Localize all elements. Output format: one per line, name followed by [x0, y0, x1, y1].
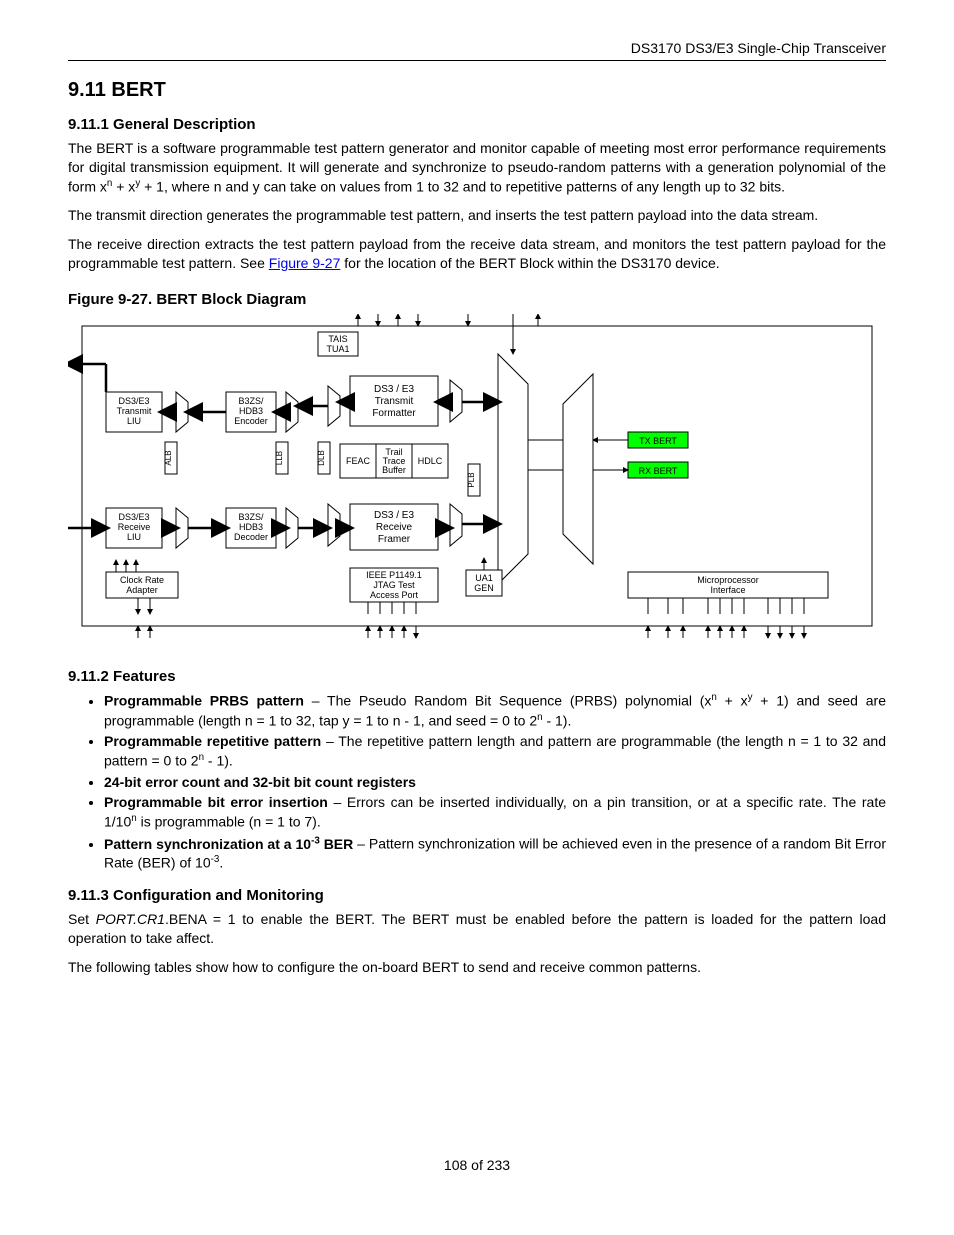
svg-text:Clock Rate: Clock Rate	[120, 575, 164, 585]
features-list: Programmable PRBS pattern – The Pseudo R…	[68, 691, 886, 873]
svg-text:Encoder: Encoder	[234, 416, 268, 426]
svg-text:LIU: LIU	[127, 416, 141, 426]
page-number: 108 of 233	[68, 1157, 886, 1173]
svg-text:ALB: ALB	[164, 450, 173, 465]
svg-text:HDLC: HDLC	[418, 456, 443, 466]
para-3: The receive direction extracts the test …	[68, 235, 886, 273]
svg-text:Transmit: Transmit	[117, 406, 152, 416]
svg-text:PLB: PLB	[467, 472, 476, 487]
svg-text:Decoder: Decoder	[234, 532, 268, 542]
svg-text:DS3 / E3: DS3 / E3	[374, 384, 414, 395]
text: + x	[112, 178, 135, 194]
subsection-9-11-2: 9.11.2 Features	[68, 668, 886, 685]
svg-text:Receive: Receive	[118, 522, 151, 532]
feature-item: Programmable PRBS pattern – The Pseudo R…	[104, 691, 886, 730]
svg-text:B3ZS/: B3ZS/	[238, 396, 264, 406]
figure-title: Figure 9-27. BERT Block Diagram	[68, 291, 886, 308]
svg-text:GEN: GEN	[474, 583, 494, 593]
figure-link[interactable]: Figure 9-27	[269, 255, 341, 271]
svg-text:Framer: Framer	[378, 534, 411, 545]
svg-text:Buffer: Buffer	[382, 465, 406, 475]
svg-text:IEEE P1149.1: IEEE P1149.1	[366, 570, 422, 580]
para-2: The transmit direction generates the pro…	[68, 206, 886, 225]
svg-text:B3ZS/: B3ZS/	[238, 512, 264, 522]
feature-item: Programmable bit error insertion – Error…	[104, 793, 886, 831]
para-tables: The following tables show how to configu…	[68, 958, 886, 977]
para-1: The BERT is a software programmable test…	[68, 139, 886, 196]
svg-text:DS3/E3: DS3/E3	[118, 512, 149, 522]
subsection-9-11-1: 9.11.1 General Description	[68, 116, 886, 133]
feature-item: Programmable repetitive pattern – The re…	[104, 732, 886, 770]
text: + 1, where n and y can take on values fr…	[140, 178, 785, 194]
svg-text:Interface: Interface	[710, 585, 745, 595]
svg-text:Microprocessor: Microprocessor	[697, 575, 759, 585]
doc-header: DS3170 DS3/E3 Single-Chip Transceiver	[68, 40, 886, 61]
svg-text:UA1: UA1	[475, 573, 493, 583]
svg-text:Adapter: Adapter	[126, 585, 158, 595]
svg-text:Access Port: Access Port	[370, 590, 419, 600]
text: for the location of the BERT Block withi…	[340, 255, 719, 271]
para-config: Set PORT.CR1.BENA = 1 to enable the BERT…	[68, 910, 886, 948]
svg-text:DS3 / E3: DS3 / E3	[374, 510, 414, 521]
feature-item: 24-bit error count and 32-bit bit count …	[104, 773, 886, 792]
svg-text:Transmit: Transmit	[375, 396, 414, 407]
svg-text:DLB: DLB	[317, 450, 326, 466]
svg-text:HDB3: HDB3	[239, 522, 263, 532]
section-title: 9.11 BERT	[68, 79, 886, 102]
svg-text:TUA1: TUA1	[326, 344, 349, 354]
svg-text:TAIS: TAIS	[328, 334, 347, 344]
svg-text:TX BERT: TX BERT	[639, 436, 677, 446]
svg-text:FEAC: FEAC	[346, 456, 371, 466]
svg-text:LLB: LLB	[275, 451, 284, 465]
svg-text:Receive: Receive	[376, 522, 413, 533]
feature-item: Pattern synchronization at a 10-3 BER – …	[104, 834, 886, 873]
svg-text:DS3/E3: DS3/E3	[118, 396, 149, 406]
svg-text:LIU: LIU	[127, 532, 141, 542]
svg-text:Formatter: Formatter	[372, 408, 416, 419]
bert-block-diagram: TAIS TUA1 DS3/E3 Transmit LIU ALB B3ZS/ …	[68, 314, 886, 654]
subsection-9-11-3: 9.11.3 Configuration and Monitoring	[68, 887, 886, 904]
svg-text:HDB3: HDB3	[239, 406, 263, 416]
svg-text:JTAG Test: JTAG Test	[373, 580, 415, 590]
svg-text:RX BERT: RX BERT	[639, 466, 678, 476]
